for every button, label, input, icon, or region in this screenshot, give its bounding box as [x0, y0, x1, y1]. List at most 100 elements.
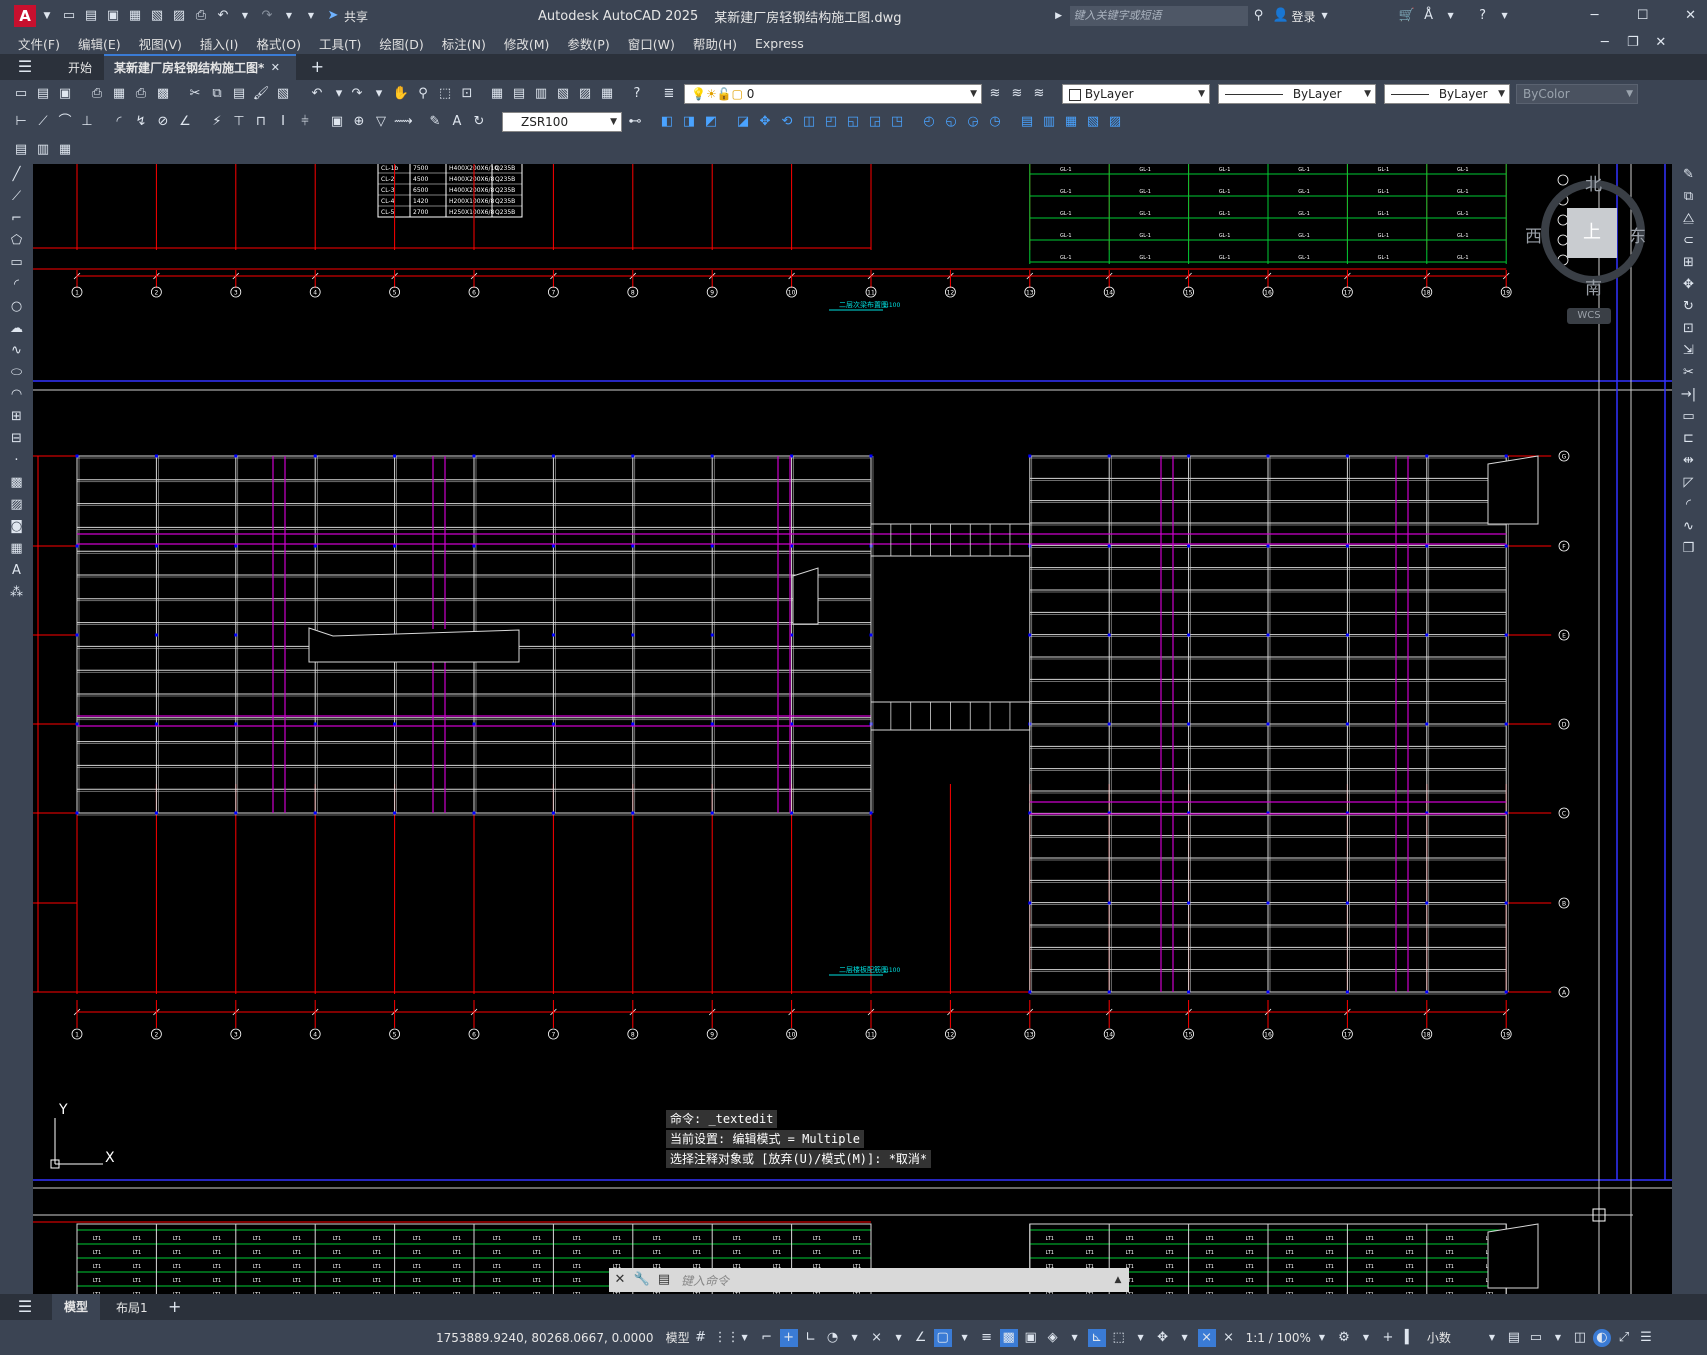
infer-constraints-icon[interactable]: ⌐	[758, 1329, 776, 1347]
viewcube-east[interactable]: 东	[1629, 222, 1646, 247]
explode-tool-icon[interactable]: ❒	[1672, 538, 1705, 560]
open-web-icon[interactable]: ▧	[148, 7, 166, 25]
properties-icon[interactable]: ▦	[488, 85, 506, 103]
mtext-tool-icon[interactable]: A	[0, 560, 33, 582]
gradient-tool-icon[interactable]: ▨	[0, 494, 33, 516]
zoom-window-icon[interactable]: ⬚	[436, 85, 454, 103]
hardware-acceleration-icon[interactable]: ◐	[1592, 1328, 1611, 1347]
layer-state-icon[interactable]: ≋	[1030, 85, 1048, 103]
units-icon[interactable]: ▍	[1401, 1329, 1419, 1347]
dynamic-input-icon[interactable]: +	[779, 1328, 798, 1347]
layer-properties-icon[interactable]: ≣	[660, 85, 678, 103]
autodesk-a360-icon[interactable]: Å	[1420, 7, 1438, 25]
dim-angular-icon[interactable]: ∠	[176, 113, 194, 131]
annotation-visibility-icon[interactable]: ⨯	[1197, 1328, 1216, 1347]
tab-model[interactable]: 模型	[52, 1294, 101, 1320]
3d-fillet-icon[interactable]: ◵	[942, 113, 960, 131]
point-tool-icon[interactable]: ·	[0, 450, 33, 472]
jogged-linear-icon[interactable]: ⟿	[394, 113, 413, 131]
dim-edit-icon[interactable]: ✎	[426, 113, 444, 131]
command-close-icon[interactable]: ✕	[611, 1271, 629, 1289]
viewcube-wcs-button[interactable]: WCS	[1567, 308, 1611, 324]
dimstyle-dropdown[interactable]: ZSR100 ▼	[502, 112, 622, 132]
region-tool-icon[interactable]: ◙	[0, 516, 33, 538]
redo-toolbar-icon[interactable]: ↷	[348, 85, 366, 103]
3d-solidedit-icon[interactable]: ◴	[920, 113, 938, 131]
lineweight-dropdown[interactable]: ByLayer ▼	[1384, 84, 1510, 104]
dim-diameter-icon[interactable]: ⊘	[154, 113, 172, 131]
open-file-icon[interactable]: ▤	[82, 7, 100, 25]
break-tool-icon[interactable]: ⊏	[1672, 428, 1705, 450]
3d-osnap-icon[interactable]: ◈	[1044, 1329, 1062, 1347]
3d-move-icon[interactable]: ✥	[756, 113, 774, 131]
redo-dropdown-icon[interactable]: ▼	[280, 7, 298, 25]
extend-tool-icon[interactable]: →|	[1672, 384, 1705, 406]
zoom-realtime-icon[interactable]: ⚲	[414, 85, 432, 103]
layout-menu-icon[interactable]: ☰	[16, 1298, 34, 1316]
layout-new-icon[interactable]: ▤	[12, 141, 30, 159]
3d-view-icon[interactable]: ▧	[1084, 113, 1102, 131]
ellipse-tool-icon[interactable]: ⬭	[0, 362, 33, 384]
lock-ui-icon[interactable]: ▭	[1527, 1329, 1545, 1347]
dim-arc-icon[interactable]: ⌒	[56, 113, 74, 131]
gizmo-dropdown-icon[interactable]: ▼	[1176, 1329, 1194, 1347]
table-tool-icon[interactable]: ▦	[0, 538, 33, 560]
new-layout-icon[interactable]: +	[166, 1298, 184, 1316]
doc-restore-icon[interactable]: ❐	[1624, 34, 1642, 52]
close-icon[interactable]: ✕	[1682, 7, 1700, 25]
workspace-dropdown-icon[interactable]: ▼	[1357, 1329, 1375, 1347]
tolerance-icon[interactable]: ▣	[328, 113, 346, 131]
undo-icon[interactable]: ↶	[214, 7, 232, 25]
circle-tool-icon[interactable]: ○	[0, 296, 33, 318]
dim-ordinate-icon[interactable]: ⊥	[78, 113, 96, 131]
login-button[interactable]: 登录	[1292, 8, 1316, 25]
3d-box-icon[interactable]: ◧	[658, 113, 676, 131]
save-icon[interactable]: ▣	[104, 7, 122, 25]
doc-minimize-icon[interactable]: ─	[1596, 34, 1614, 52]
erase-tool-icon[interactable]: ✎	[1672, 164, 1705, 186]
toolpalettes-icon[interactable]: ▥	[532, 85, 550, 103]
break-point-icon[interactable]: ▭	[1672, 406, 1705, 428]
coordinate-readout[interactable]: 1753889.9240, 80268.0667, 0.0000	[436, 1331, 654, 1345]
calculator-icon[interactable]: ▦	[598, 85, 616, 103]
dim-continue-icon[interactable]: ⊓	[252, 113, 270, 131]
selection-cycling-icon[interactable]: ▣	[1022, 1329, 1040, 1347]
user-icon[interactable]: 👤	[1272, 7, 1290, 25]
minimize-icon[interactable]: ─	[1586, 7, 1604, 25]
menu-edit[interactable]: 编辑(E)	[78, 34, 121, 53]
3d-align-icon[interactable]: ▤	[1018, 113, 1036, 131]
menu-insert[interactable]: 插入(I)	[200, 34, 238, 53]
isodraft-dropdown-icon[interactable]: ▼	[890, 1329, 908, 1347]
3d-intersect-icon[interactable]: ◱	[844, 113, 862, 131]
3d-chamfer-icon[interactable]: ◶	[964, 113, 982, 131]
isodraft-icon[interactable]: ⨯	[868, 1329, 886, 1347]
copy-tool-icon[interactable]: ⧉	[1672, 186, 1705, 208]
lock-ui-dropdown-icon[interactable]: ▼	[1549, 1329, 1567, 1347]
3d-slice-icon[interactable]: ◲	[866, 113, 884, 131]
mirror-tool-icon[interactable]: ⧋	[1672, 208, 1705, 230]
app-menu-chevron-icon[interactable]: ▼	[38, 7, 56, 25]
command-scroll-icon[interactable]: ▲	[1109, 1271, 1127, 1289]
login-dropdown-icon[interactable]: ▼	[1316, 7, 1334, 25]
gizmo-icon[interactable]: ✥	[1154, 1329, 1172, 1347]
offset-tool-icon[interactable]: ⊂	[1672, 230, 1705, 252]
preview-icon[interactable]: ▦	[110, 85, 128, 103]
redo-icon[interactable]: ↷	[258, 7, 276, 25]
array-tool-icon[interactable]: ⊞	[1672, 252, 1705, 274]
rotate-tool-icon[interactable]: ↻	[1672, 296, 1705, 318]
save-toolbar-icon[interactable]: ▣	[56, 85, 74, 103]
rectangle-tool-icon[interactable]: ▭	[0, 252, 33, 274]
tab-layout1[interactable]: 布局1	[116, 1299, 148, 1316]
transparency-icon[interactable]: ▩	[999, 1328, 1018, 1347]
open-icon[interactable]: ▤	[34, 85, 52, 103]
dim-aligned-icon[interactable]: ⟋	[34, 113, 52, 131]
3d-rotate-icon[interactable]: ⟲	[778, 113, 796, 131]
tab-active-drawing[interactable]: 某新建厂房轻钢结构施工图* ✕	[104, 54, 297, 80]
3d-cone-icon[interactable]: ◩	[702, 113, 720, 131]
object-snap-icon[interactable]: ▢	[933, 1328, 952, 1347]
3d-array-icon[interactable]: ▦	[1062, 113, 1080, 131]
scale-tool-icon[interactable]: ⊡	[1672, 318, 1705, 340]
grid-icon[interactable]: #	[692, 1329, 710, 1347]
auto-scale-icon[interactable]: ⨯	[1220, 1329, 1238, 1347]
3d-section-icon[interactable]: ◳	[888, 113, 906, 131]
